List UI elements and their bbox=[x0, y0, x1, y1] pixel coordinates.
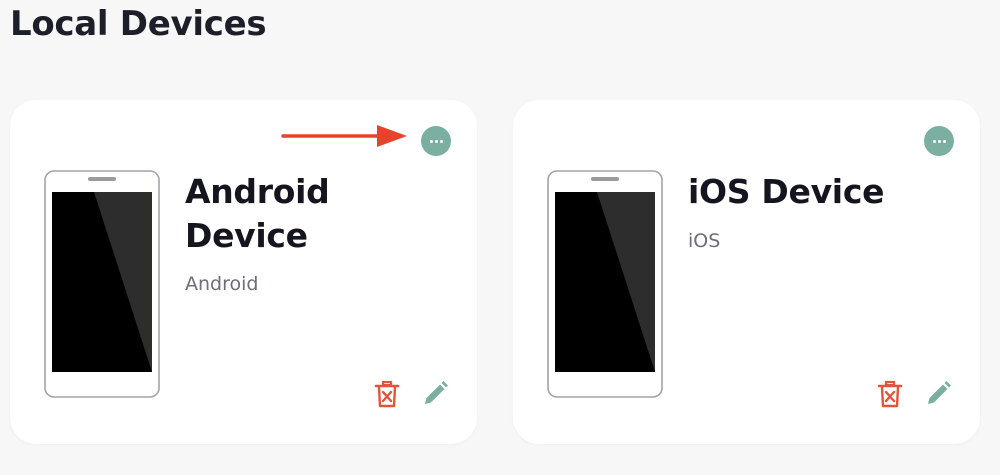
edit-device-button[interactable] bbox=[419, 378, 451, 410]
more-horizontal-icon bbox=[429, 139, 433, 143]
delete-device-button[interactable] bbox=[874, 378, 906, 410]
delete-device-button[interactable] bbox=[371, 378, 403, 410]
trash-icon bbox=[374, 380, 400, 408]
device-menu-button[interactable] bbox=[924, 126, 954, 156]
device-platform: Android bbox=[185, 273, 259, 295]
trash-icon bbox=[877, 380, 903, 408]
edit-device-button[interactable] bbox=[922, 378, 954, 410]
annotation-arrow-icon bbox=[281, 125, 407, 147]
device-name: iOS Device bbox=[688, 172, 885, 211]
device-card-ios: iOS Device iOS bbox=[513, 100, 980, 444]
page-title: Local Devices bbox=[10, 4, 267, 44]
device-card-android: Android Device Android bbox=[10, 100, 477, 444]
device-platform: iOS bbox=[688, 230, 721, 252]
device-name: Android Device bbox=[185, 172, 330, 255]
pencil-icon bbox=[425, 381, 448, 404]
phone-icon bbox=[547, 170, 663, 398]
device-menu-button[interactable] bbox=[421, 126, 451, 156]
pencil-icon bbox=[928, 381, 951, 404]
phone-icon bbox=[44, 170, 160, 398]
more-horizontal-icon bbox=[932, 139, 936, 143]
